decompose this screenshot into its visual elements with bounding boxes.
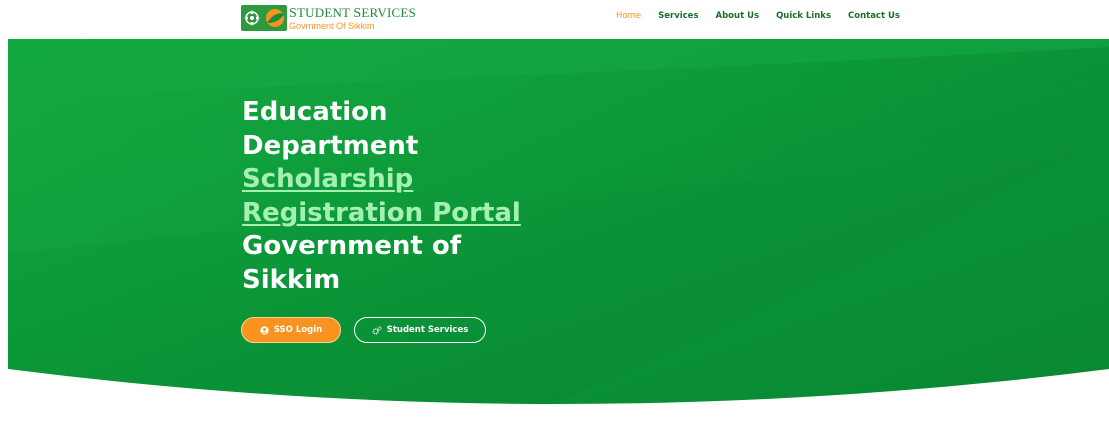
hero-line: Government of [242, 231, 462, 261]
nav-contact-us[interactable]: Contact Us [848, 11, 900, 21]
nav-home[interactable]: Home [616, 11, 641, 21]
logo-title-part: ERVICES [361, 4, 416, 20]
logo-title-letter: S [289, 5, 297, 21]
sso-login-label: SSO Login [273, 325, 323, 335]
hero-heading: Education Department Scholarship Registr… [242, 96, 521, 297]
scholarship-link[interactable]: Scholarship [242, 163, 521, 197]
sikkim-emblem-icon [241, 5, 287, 31]
nav-services[interactable]: Services [658, 11, 698, 21]
sso-login-button[interactable]: SSO Login [241, 317, 341, 343]
header: STUDENT SERVICES Govrnment Of Sikkim Hom… [0, 0, 1109, 39]
hero-line: Sikkim [242, 264, 341, 295]
student-services-button[interactable]: Student Services [354, 317, 486, 343]
hero-line: Education [242, 97, 388, 127]
logo-title-part: TUDENT [297, 4, 354, 20]
logo-title: STUDENT SERVICES [289, 6, 416, 21]
logo-text: STUDENT SERVICES Govrnment Of Sikkim [289, 6, 416, 31]
hero-background [8, 39, 1109, 423]
registration-portal-link[interactable]: Registration Portal [242, 197, 521, 231]
gears-icon [372, 325, 382, 335]
student-services-label: Student Services [386, 325, 469, 335]
hero-section: Education Department Scholarship Registr… [8, 39, 1109, 423]
nav-about-us[interactable]: About Us [716, 11, 760, 21]
user-circle-icon [260, 325, 269, 335]
logo-subtitle: Govrnment Of Sikkim [289, 20, 375, 31]
site-logo[interactable]: STUDENT SERVICES Govrnment Of Sikkim [241, 5, 416, 31]
main-nav: Home Services About Us Quick Links Conta… [616, 11, 917, 21]
hero-line: Department [242, 130, 419, 161]
nav-quick-links[interactable]: Quick Links [776, 11, 831, 21]
